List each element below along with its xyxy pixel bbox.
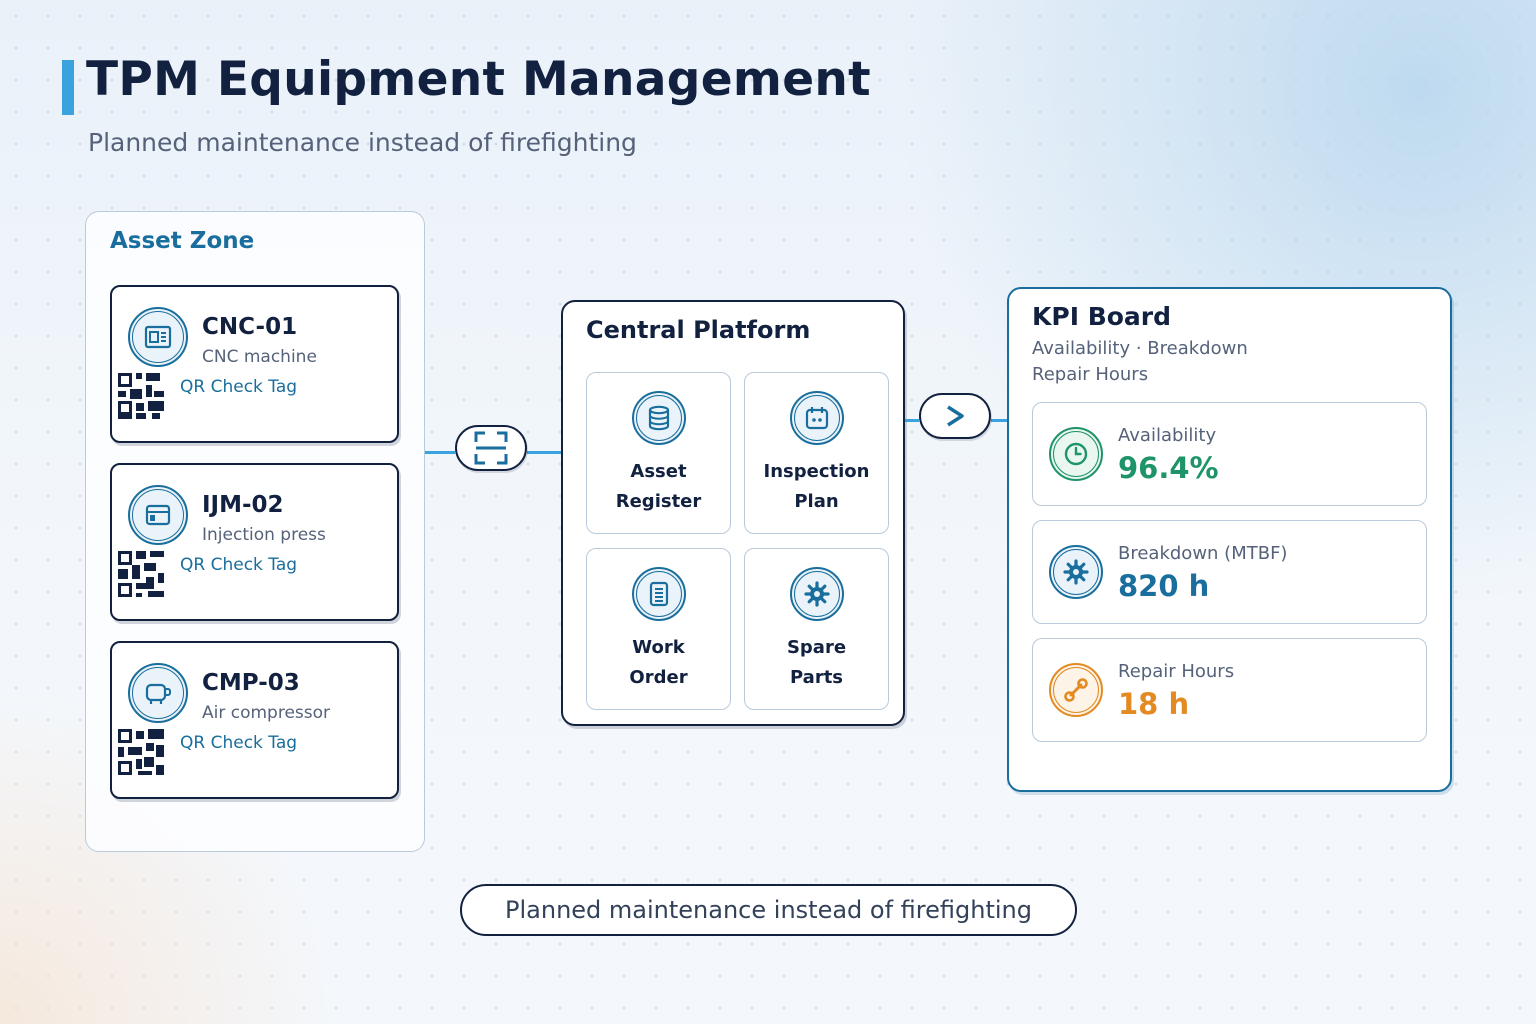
qr-code-icon xyxy=(118,729,164,775)
kpi-value: 96.4% xyxy=(1118,451,1219,485)
module-label-line: Parts xyxy=(789,667,844,688)
connector-line xyxy=(905,419,919,422)
kpi-value: 18 h xyxy=(1118,687,1190,721)
qr-check-tag-label[interactable]: QR Check Tag xyxy=(180,377,297,397)
kpi-label: Repair Hours xyxy=(1118,661,1235,682)
asset-description: CNC machine xyxy=(202,347,317,367)
qr-code-icon xyxy=(118,373,164,419)
asset-description: Air compressor xyxy=(202,703,331,723)
module-label-line: Work xyxy=(632,637,685,658)
flow-arrow-connector xyxy=(919,393,991,439)
cnc-machine-icon xyxy=(128,307,188,367)
asset-id: CMP-03 xyxy=(202,670,300,696)
kpi-card-availability[interactable]: Availability 96.4% xyxy=(1032,402,1427,506)
asset-card-cmp-03[interactable]: CMP-03 Air compressor QR Check Tag xyxy=(110,641,399,799)
calendar-icon xyxy=(790,391,844,445)
module-label-line: Asset xyxy=(630,461,687,482)
gear-icon xyxy=(1049,545,1103,599)
module-label-line: Spare xyxy=(786,637,847,658)
kpi-card-breakdown-mtbf[interactable]: Breakdown (MTBF) 820 h xyxy=(1032,520,1427,624)
kpi-value: 820 h xyxy=(1118,569,1210,603)
qr-scan-connector xyxy=(455,425,527,471)
module-label-line: Inspection xyxy=(763,461,870,482)
module-label: Inspection Plan xyxy=(745,457,888,517)
qr-check-tag-label[interactable]: QR Check Tag xyxy=(180,733,297,753)
asset-card-cnc-01[interactable]: CNC-01 CNC machine QR Check Tag xyxy=(110,285,399,443)
page-subtitle: Planned maintenance instead of firefight… xyxy=(88,128,637,157)
compressor-icon xyxy=(128,663,188,723)
asset-description: Injection press xyxy=(202,525,326,545)
connector-line xyxy=(425,451,455,454)
module-label: Asset Register xyxy=(587,457,730,517)
module-label-line: Order xyxy=(629,667,688,688)
database-icon xyxy=(632,391,686,445)
asset-id: IJM-02 xyxy=(202,492,284,518)
qr-scan-icon xyxy=(474,431,508,465)
asset-zone-title: Asset Zone xyxy=(110,228,255,254)
module-asset-register[interactable]: Asset Register xyxy=(586,372,731,534)
connector-line xyxy=(527,451,562,454)
module-inspection-plan[interactable]: Inspection Plan xyxy=(744,372,889,534)
kpi-label: Availability xyxy=(1118,425,1217,446)
document-icon xyxy=(632,567,686,621)
kpi-card-repair-hours[interactable]: Repair Hours 18 h xyxy=(1032,638,1427,742)
kpi-board-title: KPI Board xyxy=(1032,302,1172,331)
qr-check-tag-label[interactable]: QR Check Tag xyxy=(180,555,297,575)
page-title: TPM Equipment Management xyxy=(86,52,871,107)
module-label: Spare Parts xyxy=(745,633,888,693)
module-spare-parts[interactable]: Spare Parts xyxy=(744,548,889,710)
module-label-line: Plan xyxy=(794,491,839,512)
kpi-board-subtitle: Availability · Breakdown Repair Hours xyxy=(1032,336,1332,388)
wrench-icon xyxy=(1049,663,1103,717)
module-label: Work Order xyxy=(587,633,730,693)
module-label-line: Register xyxy=(615,491,702,512)
footer-caption: Planned maintenance instead of firefight… xyxy=(460,884,1077,936)
clock-icon xyxy=(1049,427,1103,481)
connector-line xyxy=(991,419,1008,422)
qr-code-icon xyxy=(118,551,164,597)
title-accent-bar xyxy=(62,60,74,115)
injection-press-icon xyxy=(128,485,188,545)
gear-icon xyxy=(790,567,844,621)
asset-card-ijm-02[interactable]: IJM-02 Injection press QR Check Tag xyxy=(110,463,399,621)
asset-id: CNC-01 xyxy=(202,314,298,340)
kpi-subtitle-line: Availability · Breakdown xyxy=(1032,338,1248,359)
chevron-right-icon xyxy=(947,405,964,427)
kpi-subtitle-line: Repair Hours xyxy=(1032,364,1149,385)
platform-title: Central Platform xyxy=(586,316,811,344)
kpi-label: Breakdown (MTBF) xyxy=(1118,543,1288,564)
module-work-order[interactable]: Work Order xyxy=(586,548,731,710)
